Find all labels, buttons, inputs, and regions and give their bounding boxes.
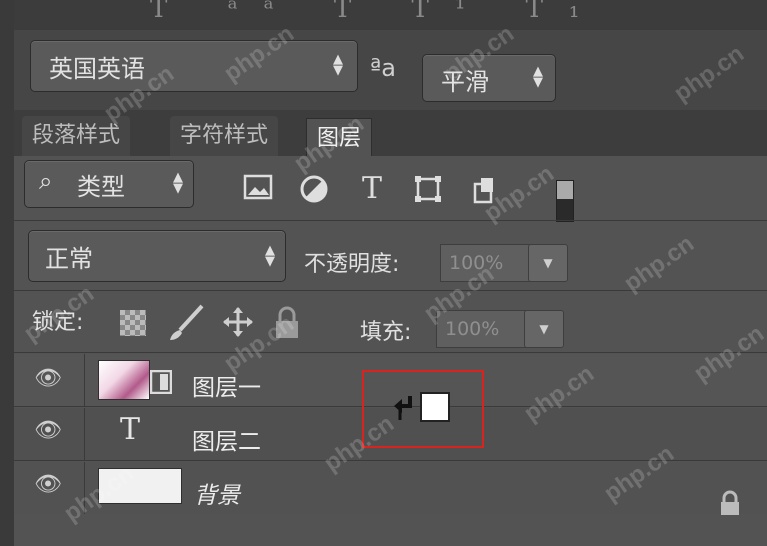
layer-name[interactable]: 背景 xyxy=(194,476,240,510)
visibility-eye-icon[interactable]: 👁 xyxy=(34,418,62,443)
updown-arrows-icon: ▲ ▼ xyxy=(333,52,343,78)
layer-name[interactable]: 图层二 xyxy=(192,422,261,456)
image-filter-icon[interactable] xyxy=(240,174,276,208)
layer-row[interactable]: 👁 背景 xyxy=(14,462,767,516)
fill-input[interactable]: 100% xyxy=(436,310,528,348)
filter-kind-value: 类型 xyxy=(77,173,125,201)
panel-left-edge xyxy=(0,0,14,546)
smart-object-filter-icon[interactable] xyxy=(466,176,502,210)
divider xyxy=(14,460,767,461)
lock-position-icon[interactable] xyxy=(222,306,254,338)
antialias-icon: ªa xyxy=(370,54,397,82)
updown-arrows-icon: ▲ ▼ xyxy=(173,170,183,196)
updown-arrows-icon: ▲ ▼ xyxy=(533,64,543,90)
type-filter-icon[interactable]: T xyxy=(354,172,390,206)
smart-object-badge-icon xyxy=(149,369,173,395)
antialias-value: 平滑 xyxy=(441,68,489,96)
visibility-eye-icon[interactable]: 👁 xyxy=(34,366,62,391)
updown-arrows-icon: ▲ ▼ xyxy=(265,243,275,269)
tab-paragraph-styles[interactable]: 段落样式 xyxy=(22,116,131,156)
opacity-label: 不透明度: xyxy=(304,252,400,277)
layer-thumbnail xyxy=(98,360,150,400)
lock-all-icon[interactable] xyxy=(272,306,302,340)
language-select[interactable]: 英国英语 ▲ ▼ xyxy=(30,40,358,92)
blend-mode-value: 正常 xyxy=(45,245,93,273)
fill-dropdown-button[interactable]: ▼ xyxy=(524,310,564,348)
character-toolbar-strip: T ᵃᵃ T T¹ T₁ xyxy=(0,0,767,30)
clipping-mask-arrow-icon xyxy=(390,392,420,422)
divider xyxy=(14,352,767,353)
divider xyxy=(14,290,767,291)
adjustment-filter-icon[interactable] xyxy=(296,174,332,208)
lock-icon xyxy=(718,490,742,516)
fill-label: 填充: xyxy=(360,320,412,345)
opacity-input[interactable]: 100% xyxy=(440,244,532,282)
type-style-buttons[interactable]: T ᵃᵃ T T¹ T₁ xyxy=(150,0,605,24)
opacity-dropdown-button[interactable]: ▼ xyxy=(528,244,568,282)
tab-layers[interactable]: 图层 xyxy=(306,118,373,161)
visibility-eye-icon[interactable]: 👁 xyxy=(34,472,62,497)
lock-image-pixels-icon[interactable] xyxy=(166,302,206,342)
blend-mode-select[interactable]: 正常 ▲ ▼ xyxy=(28,230,286,282)
tab-character-styles[interactable]: 字符样式 xyxy=(170,116,279,156)
divider xyxy=(84,462,85,514)
lock-label: 锁定: xyxy=(32,310,84,335)
lock-transparent-pixels-icon[interactable] xyxy=(120,310,146,336)
filter-kind-select[interactable]: ⌕ 类型 ▲ ▼ xyxy=(24,160,194,208)
language-value: 英国英语 xyxy=(49,55,145,83)
divider xyxy=(84,354,85,406)
shape-filter-icon[interactable] xyxy=(410,174,446,208)
layer-name[interactable]: 图层一 xyxy=(192,368,261,402)
layer-mask-thumbnail[interactable] xyxy=(420,392,450,422)
layer-thumbnail xyxy=(98,468,182,504)
search-icon: ⌕ xyxy=(39,167,53,195)
filter-toggle-switch[interactable] xyxy=(556,180,574,222)
antialias-select[interactable]: 平滑 ▲ ▼ xyxy=(422,54,556,102)
divider xyxy=(84,408,85,460)
divider xyxy=(14,220,767,221)
text-layer-icon: T xyxy=(120,412,141,447)
